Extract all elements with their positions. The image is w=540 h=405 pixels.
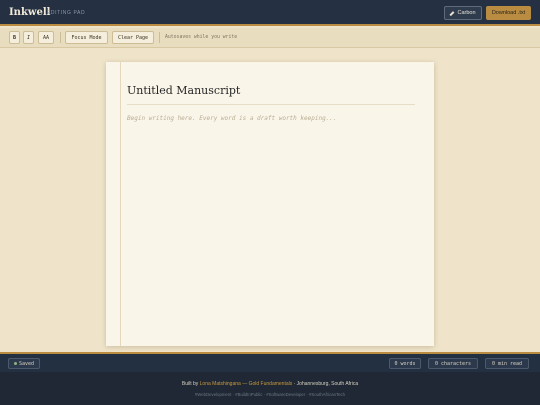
app-brand: Inkwell bbox=[9, 7, 51, 18]
page-footer: Built by Lona Matshingana — Gold Fundame… bbox=[0, 372, 540, 405]
theme-button-label: Carbon bbox=[457, 10, 476, 16]
saved-indicator: Saved bbox=[8, 358, 40, 369]
word-count: 0 words bbox=[389, 358, 421, 369]
read-time: 0 min read bbox=[485, 358, 529, 369]
app-header: Inkwell EDITING PAD Carbon Download .txt bbox=[0, 0, 540, 26]
credit-separator: — bbox=[242, 381, 248, 387]
clear-page-button[interactable]: Clear Page bbox=[112, 31, 154, 44]
location-text: · Johannesburg, South Africa bbox=[293, 381, 359, 387]
editor-page: Untitled Manuscript Begin writing here. … bbox=[106, 62, 434, 346]
document-title-input[interactable]: Untitled Manuscript bbox=[127, 84, 240, 97]
title-divider bbox=[127, 104, 415, 105]
italic-button[interactable]: I bbox=[23, 31, 34, 44]
document-body-textarea[interactable]: Begin writing here. Every word is a draf… bbox=[127, 115, 337, 122]
character-count: 0 characters bbox=[428, 358, 478, 369]
company-link[interactable]: Gold Fundamentals bbox=[249, 381, 293, 387]
dot-icon bbox=[13, 362, 17, 365]
footer-tags: #WebDevelopment · #BuildInPublic · #Soft… bbox=[194, 392, 346, 397]
theme-carbon-button[interactable]: Carbon bbox=[444, 6, 482, 20]
saved-label: Saved bbox=[18, 360, 35, 367]
focus-mode-button[interactable]: Focus Mode bbox=[65, 31, 108, 44]
autosave-note: Autosaves while you write bbox=[165, 35, 238, 40]
format-toolbar: B I AA Focus Mode Clear Page Autosaves w… bbox=[0, 28, 540, 48]
pencil-icon bbox=[450, 11, 455, 16]
download-button[interactable]: Download .txt bbox=[486, 6, 531, 20]
page-margin-line bbox=[120, 62, 121, 346]
app-subtitle: EDITING PAD bbox=[47, 10, 86, 16]
bold-button[interactable]: B bbox=[9, 31, 20, 44]
footer-credit: Built by Lona Matshingana — Gold Fundame… bbox=[0, 381, 540, 387]
toolbar-divider bbox=[60, 32, 61, 43]
toolbar-divider bbox=[159, 32, 160, 43]
status-bar: Saved 0 words 0 characters 0 min read bbox=[0, 352, 540, 372]
author-link[interactable]: Lona Matshingana bbox=[200, 381, 241, 387]
built-by-label: Built by bbox=[181, 381, 199, 387]
font-size-button[interactable]: AA bbox=[38, 31, 54, 44]
